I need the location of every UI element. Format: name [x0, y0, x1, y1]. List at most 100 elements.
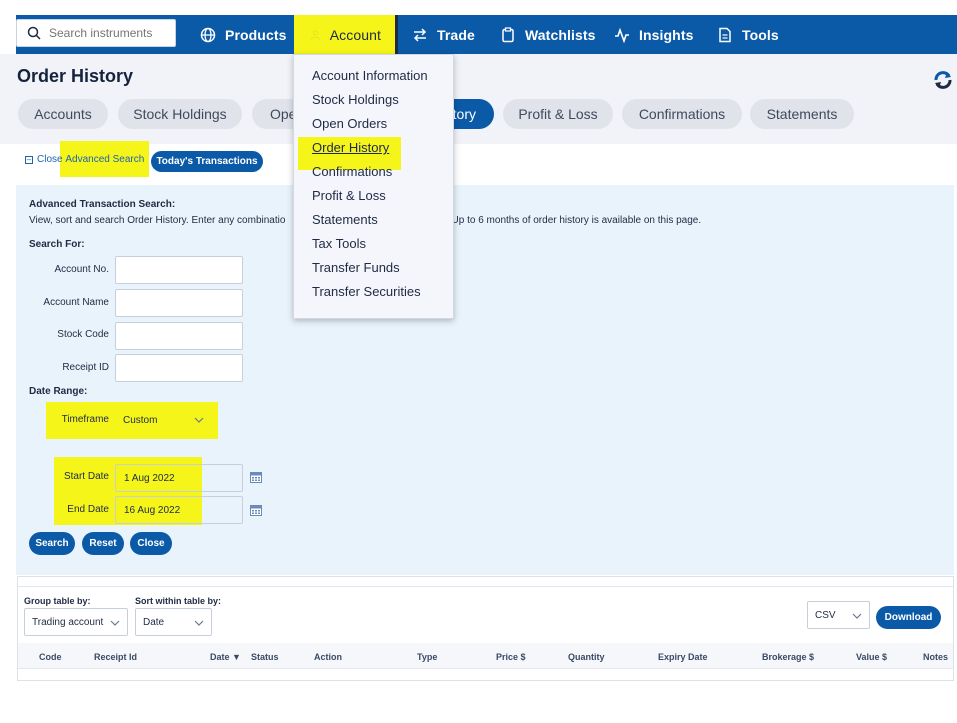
chevron-down-icon	[194, 620, 204, 626]
col-price[interactable]: Price $	[496, 652, 526, 662]
tab-statements[interactable]: Statements	[750, 99, 854, 129]
search-input[interactable]	[49, 26, 169, 40]
todays-transactions-button[interactable]: Today's Transactions	[151, 151, 263, 172]
nav-trade[interactable]: Trade	[412, 15, 475, 54]
calendar-icon[interactable]	[250, 504, 262, 516]
tab-confirmations[interactable]: Confirmations	[622, 99, 742, 129]
nav-watchlists-label: Watchlists	[525, 26, 596, 43]
col-type[interactable]: Type	[417, 652, 437, 662]
start-date-field[interactable]: 1 Aug 2022	[115, 464, 243, 492]
nav-products[interactable]: Products	[200, 15, 286, 54]
start-date-label: Start Date	[63, 471, 109, 482]
results-panel: Group table by: Trading account Sort wit…	[17, 576, 954, 681]
menu-item-confirmations[interactable]: Confirmations	[312, 164, 392, 179]
tab-stock-holdings[interactable]: Stock Holdings	[118, 99, 242, 129]
menu-item-transfer-securities[interactable]: Transfer Securities	[312, 284, 421, 299]
search-button[interactable]: Search	[29, 532, 75, 555]
results-table-header: Code Receipt Id Date ▼ Status Action Typ…	[18, 643, 953, 669]
col-action[interactable]: Action	[314, 652, 342, 662]
pulse-icon	[615, 27, 629, 43]
receipt-id-field[interactable]	[115, 354, 243, 382]
nav-account[interactable]: Account	[294, 15, 398, 54]
close-advanced-label: Advanced Search	[65, 154, 145, 165]
timeframe-label: Timeframe	[61, 414, 109, 425]
col-receipt-id[interactable]: Receipt Id	[94, 652, 137, 662]
sort-by-label: Sort within table by:	[135, 596, 222, 606]
close-button-label: Close	[137, 538, 165, 549]
col-value[interactable]: Value $	[856, 652, 887, 662]
download-button[interactable]: Download	[876, 606, 941, 629]
tab-confirmations-label: Confirmations	[638, 106, 726, 122]
document-icon	[719, 27, 731, 42]
format-value: CSV	[815, 609, 836, 621]
nav-trade-label: Trade	[437, 26, 475, 43]
nav-products-label: Products	[225, 26, 287, 43]
tab-accounts[interactable]: Accounts	[18, 99, 108, 129]
tab-statements-label: Statements	[766, 106, 838, 122]
end-date-field[interactable]: 16 Aug 2022	[115, 496, 243, 524]
nav-insights[interactable]: Insights	[614, 15, 693, 54]
col-quantity[interactable]: Quantity	[568, 652, 605, 662]
advanced-title: Advanced Transaction Search:	[29, 199, 176, 210]
close-prefix: Close	[37, 154, 63, 165]
arrows-swap-icon	[413, 27, 427, 42]
col-date[interactable]: Date ▼	[210, 652, 241, 662]
format-select[interactable]: CSV	[807, 601, 870, 629]
account-no-field[interactable]	[115, 256, 243, 284]
close-advanced-search-link[interactable]: – Close Advanced Search	[25, 154, 144, 165]
date-range-label: Date Range:	[29, 386, 88, 397]
menu-item-account-information[interactable]: Account Information	[312, 68, 428, 83]
search-box[interactable]	[16, 19, 176, 47]
sort-by-select[interactable]: Date	[135, 608, 212, 636]
calendar-icon[interactable]	[250, 471, 262, 483]
nav-tools[interactable]: Tools	[717, 15, 779, 54]
nav-watchlists[interactable]: Watchlists	[500, 15, 596, 54]
globe-icon	[200, 27, 216, 42]
timeframe-select[interactable]: Custom	[115, 405, 212, 435]
todays-transactions-label: Today's Transactions	[156, 156, 258, 167]
advanced-description-right: n. Up to 6 months of order history is av…	[440, 215, 702, 226]
menu-item-open-orders[interactable]: Open Orders	[312, 116, 387, 131]
menu-item-stock-holdings[interactable]: Stock Holdings	[312, 92, 399, 107]
receipt-id-label: Receipt ID	[62, 362, 109, 373]
download-label: Download	[884, 612, 933, 623]
group-by-select[interactable]: Trading account	[24, 608, 128, 636]
nav-tools-label: Tools	[742, 26, 779, 43]
menu-item-tax-tools[interactable]: Tax Tools	[312, 236, 366, 251]
chevron-down-icon	[110, 620, 120, 626]
nav-insights-label: Insights	[639, 26, 694, 43]
reset-button[interactable]: Reset	[82, 532, 124, 555]
menu-item-statements[interactable]: Statements	[312, 212, 378, 227]
search-for-label: Search For:	[29, 239, 85, 250]
tab-stock-holdings-label: Stock Holdings	[133, 106, 227, 122]
account-name-field[interactable]	[115, 289, 243, 317]
col-status[interactable]: Status	[251, 652, 279, 662]
account-dropdown-menu: Account Information Stock Holdings Open …	[293, 54, 454, 319]
stock-code-field[interactable]	[115, 322, 243, 350]
user-icon	[310, 30, 320, 40]
start-date-value: 1 Aug 2022	[124, 472, 175, 484]
menu-item-profit-loss[interactable]: Profit & Loss	[312, 188, 386, 203]
col-brokerage[interactable]: Brokerage $	[762, 652, 814, 662]
tab-profit-loss[interactable]: Profit & Loss	[503, 99, 613, 129]
account-no-label: Account No.	[54, 264, 109, 275]
menu-item-transfer-funds[interactable]: Transfer Funds	[312, 260, 400, 275]
menu-item-order-history[interactable]: Order History	[312, 140, 389, 155]
col-code[interactable]: Code	[39, 652, 62, 662]
col-notes[interactable]: Notes	[923, 652, 948, 662]
nav-account-label: Account	[329, 26, 381, 43]
close-button[interactable]: Close	[130, 532, 172, 555]
advanced-description-left: View, sort and search Order History. Ent…	[29, 215, 286, 226]
clipboard-icon	[502, 26, 514, 42]
page-title: Order History	[17, 66, 134, 86]
refresh-icon[interactable]	[932, 69, 954, 91]
timeframe-value: Custom	[123, 414, 158, 426]
results-top-bar	[18, 577, 953, 587]
group-by-value: Trading account	[32, 616, 104, 628]
end-date-label: End Date	[67, 504, 109, 515]
col-expiry-date[interactable]: Expiry Date	[658, 652, 708, 662]
stock-code-label: Stock Code	[57, 329, 109, 340]
account-name-label: Account Name	[43, 297, 109, 308]
main-navbar: Products Account Trade Watchlists Insigh…	[16, 15, 957, 54]
advanced-search-panel: Advanced Transaction Search: View, sort …	[16, 185, 954, 575]
